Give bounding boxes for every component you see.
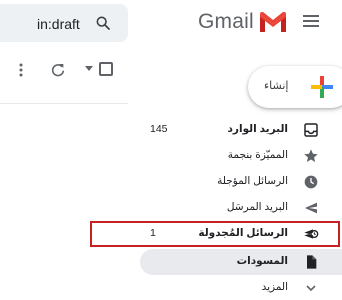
compose-label: إنشاء	[264, 80, 289, 92]
star-icon	[304, 149, 318, 162]
gmail-logo-icon[interactable]	[258, 11, 288, 33]
inbox-icon	[304, 123, 318, 137]
nav-item-label: المزيد	[261, 281, 288, 293]
nav-item-label: البريد الوارد	[227, 123, 288, 135]
search-icon[interactable]	[95, 15, 111, 31]
nav-item-label: البريد المرسَل	[226, 201, 288, 213]
nav-item-starred[interactable]: المميّزة بنجمة	[140, 143, 342, 169]
nav-item-more[interactable]: المزيد	[140, 275, 342, 300]
gmail-wordmark[interactable]: Gmail	[198, 10, 254, 34]
nav-item-snoozed[interactable]: الرسائل المؤجلة	[140, 169, 342, 195]
main-menu-icon[interactable]	[303, 14, 319, 28]
nav-item-count: 145	[150, 123, 168, 135]
chevron-down-icon	[306, 285, 316, 292]
compose-plus-icon	[311, 76, 333, 98]
draft-icon	[307, 255, 317, 269]
nav-item-label: المميّزة بنجمة	[227, 149, 288, 161]
send-icon	[305, 202, 317, 214]
toolbar-divider	[0, 103, 128, 104]
nav-item-sent[interactable]: البريد المرسَل	[140, 195, 342, 221]
compose-button[interactable]: إنشاء	[248, 66, 342, 108]
select-dropdown-icon[interactable]	[85, 66, 93, 72]
nav-item-inbox[interactable]: 145 البريد الوارد	[140, 117, 342, 143]
clock-icon	[304, 175, 318, 189]
more-options-icon[interactable]	[18, 62, 24, 78]
highlight-annotation	[90, 221, 340, 247]
nav-item-label: الرسائل المؤجلة	[217, 175, 288, 187]
refresh-icon[interactable]	[50, 62, 66, 78]
nav-item-drafts[interactable]: المسودات	[140, 249, 342, 275]
search-box[interactable]: in:draft	[0, 4, 128, 42]
select-all-checkbox[interactable]	[99, 62, 113, 76]
nav-item-label: المسودات	[236, 255, 288, 267]
search-input[interactable]: in:draft	[37, 16, 80, 32]
